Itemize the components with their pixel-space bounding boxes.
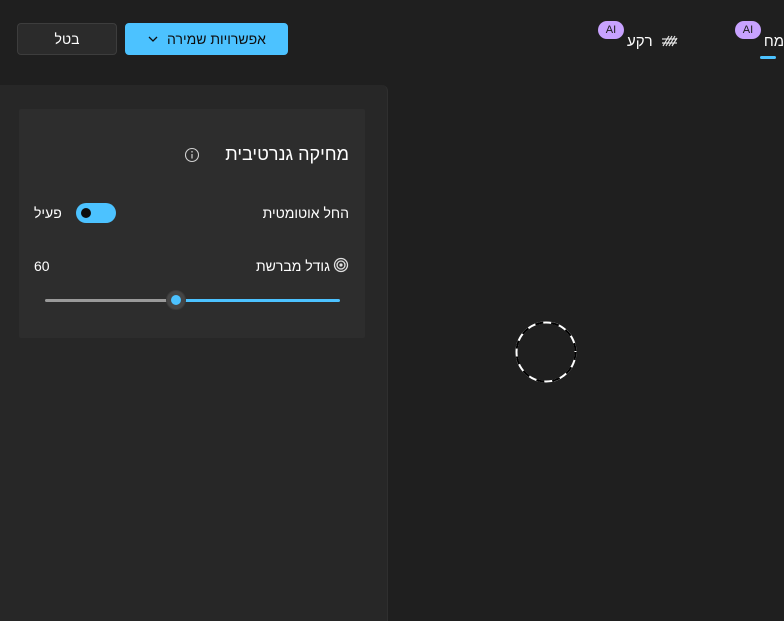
slider-track [45,299,176,302]
tab-background[interactable]: רקע [627,30,679,52]
generative-erase-card: מחיקה גנרטיבית החל אוטומטית פעיל גודל מב… [19,109,365,338]
target-icon [333,257,349,273]
slider-fill [176,299,340,302]
brush-cursor [515,321,577,383]
tab-background-label: רקע [627,32,653,50]
card-title: מחיקה גנרטיבית [225,144,349,164]
chevron-down-icon [148,36,158,42]
auto-apply-label: החל אוטומטית [262,205,349,221]
background-pattern-icon [661,35,678,47]
selected-tab-indicator [760,56,776,59]
info-icon[interactable] [184,147,200,163]
toggle-knob [81,208,91,218]
auto-apply-toggle[interactable] [76,203,116,223]
brush-size-value: 60 [34,258,50,274]
cancel-button-label: בטל [54,31,80,47]
slider-thumb[interactable] [166,290,186,310]
cancel-button[interactable]: בטל [17,23,117,55]
ai-badge: AI [735,21,761,39]
tab-erase[interactable]: מחק [763,30,784,52]
brush-size-label: גודל מברשת [256,258,330,274]
ai-badge: AI [598,21,624,39]
auto-apply-state: פעיל [34,205,62,221]
brush-size-slider[interactable] [45,290,340,310]
tab-erase-label: מחק [763,32,784,50]
photo-editor-window: בטל אפשרויות שמירה AI רקע AI מחק מחיקה ג… [0,0,784,621]
save-options-button[interactable]: אפשרויות שמירה [125,23,288,55]
save-options-label: אפשרויות שמירה [167,31,266,47]
